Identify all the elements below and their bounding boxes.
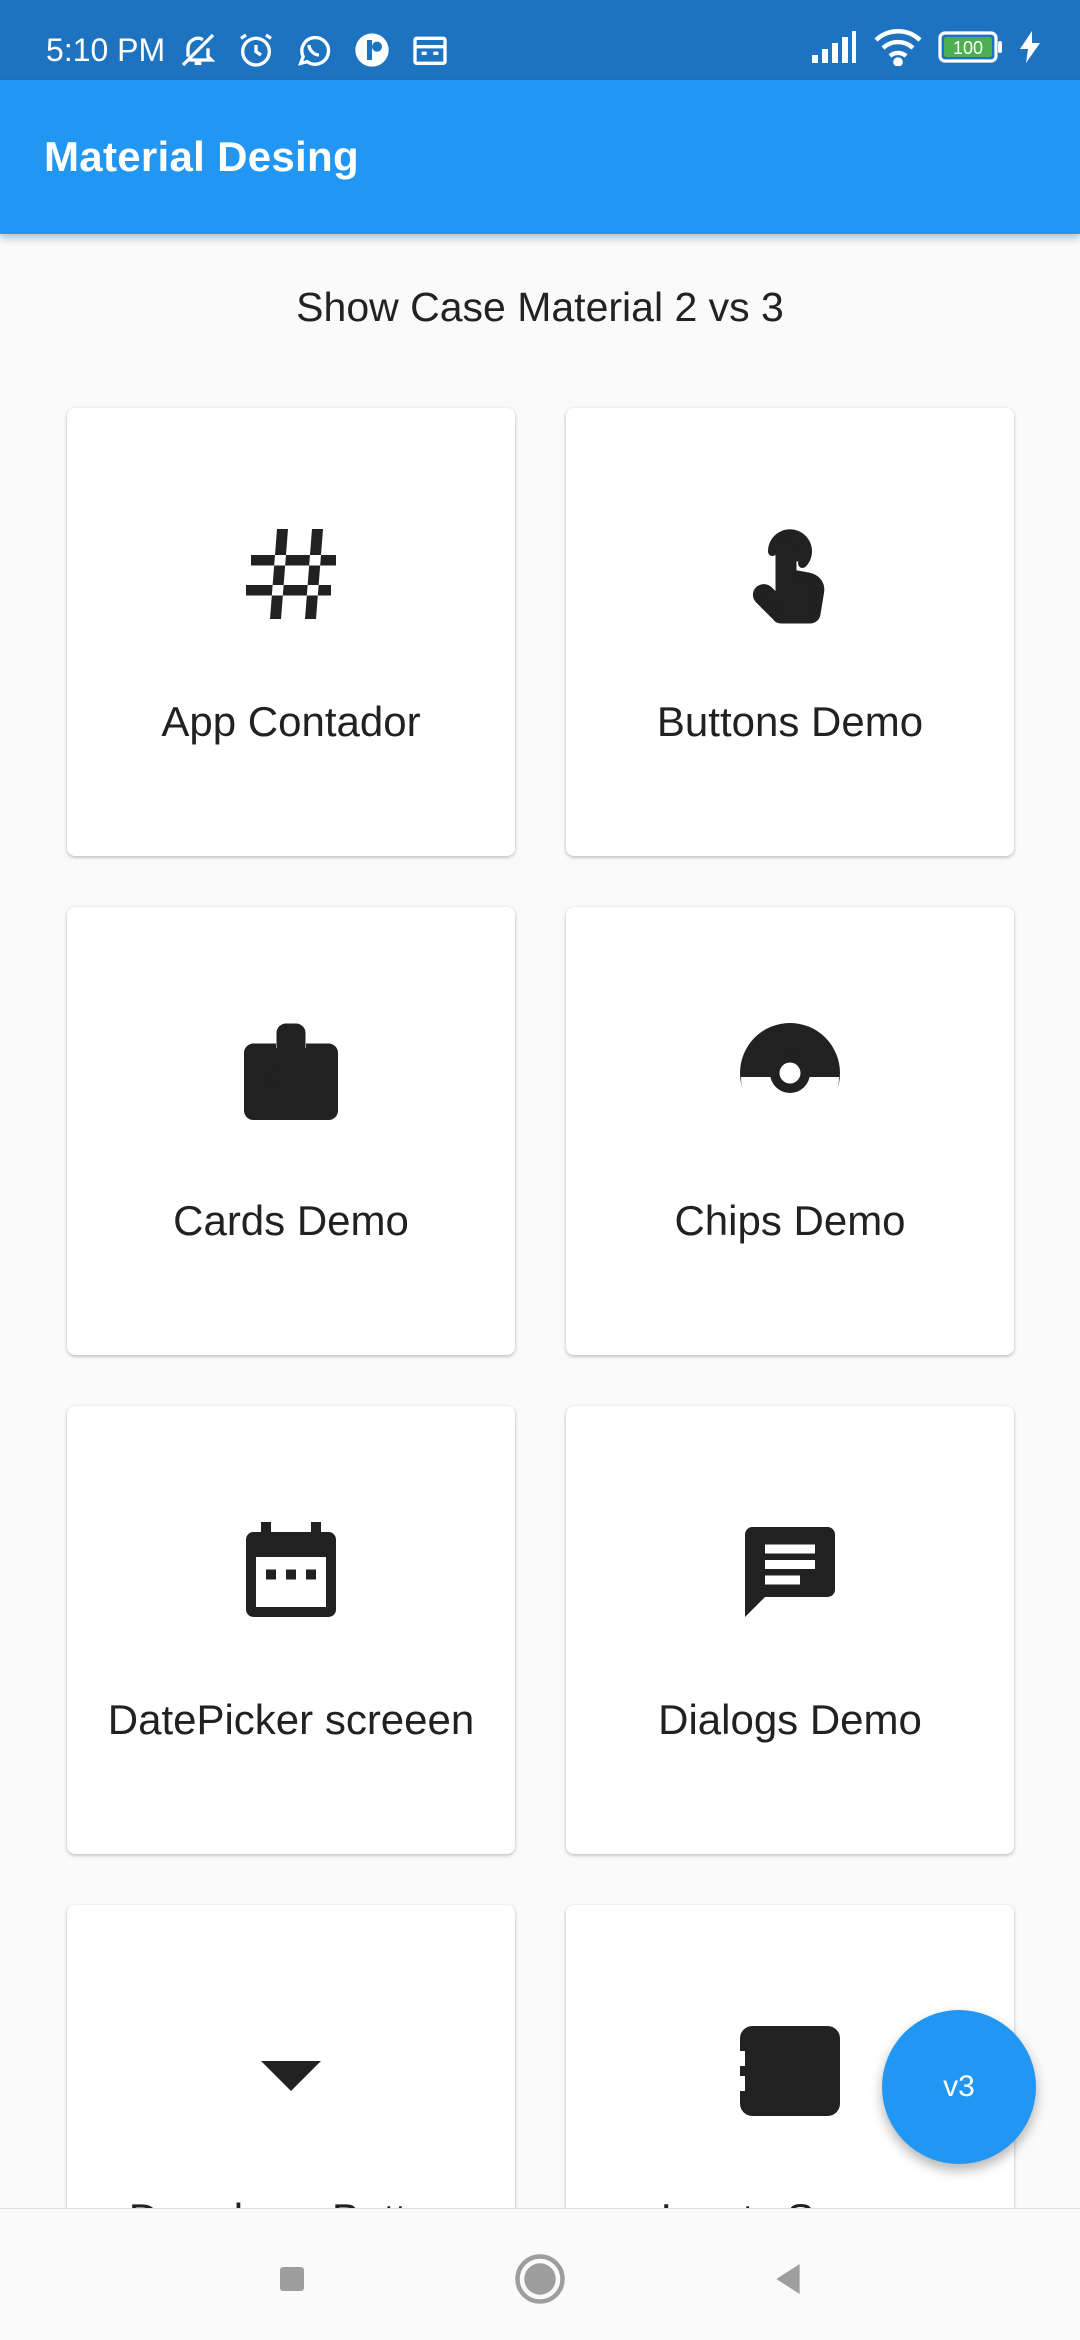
card-label: App Contador bbox=[161, 698, 421, 745]
card-label: Chips Demo bbox=[674, 1197, 906, 1244]
badge-icon bbox=[244, 1023, 338, 1120]
status-right-icons: 100 bbox=[810, 28, 1040, 66]
alarm-icon bbox=[240, 33, 272, 67]
card-label: Dropdown Button bbox=[67, 2195, 515, 2208]
recents-button[interactable] bbox=[262, 2249, 322, 2309]
section-title: Show Case Material 2 vs 3 bbox=[296, 284, 784, 330]
main-content[interactable]: Show Case Material 2 vs 3 App Contador B… bbox=[0, 234, 1080, 2208]
message-icon bbox=[745, 1527, 835, 1617]
calendar-icon bbox=[413, 36, 447, 65]
signal-icon bbox=[812, 31, 856, 63]
app-icon bbox=[355, 33, 389, 67]
hash-icon bbox=[246, 529, 336, 619]
card-label: Inputs Screen bbox=[566, 2195, 1014, 2208]
app-bar: Material Desing bbox=[0, 80, 1080, 234]
mute-icon bbox=[181, 33, 216, 67]
card-datepicker-screen[interactable]: DatePicker screeen bbox=[67, 1406, 515, 1854]
app-title: Material Desing bbox=[44, 133, 359, 180]
svg-text:100: 100 bbox=[953, 38, 983, 58]
card-label: DatePicker screeen bbox=[107, 1696, 475, 1743]
home-button[interactable] bbox=[510, 2249, 570, 2309]
wifi-icon bbox=[874, 29, 922, 66]
calendar-icon bbox=[246, 1522, 336, 1617]
input-icon bbox=[740, 2026, 840, 2116]
charging-icon bbox=[1020, 31, 1040, 63]
whatsapp-icon bbox=[297, 35, 331, 66]
home-icon bbox=[515, 2254, 565, 2304]
back-button[interactable] bbox=[758, 2249, 818, 2309]
card-cards-demo[interactable]: Cards Demo bbox=[67, 907, 515, 1355]
status-left-icons bbox=[178, 30, 450, 70]
card-dropdown-button[interactable]: Dropdown Button bbox=[67, 1905, 515, 2208]
back-icon bbox=[776, 2264, 800, 2294]
touch-icon bbox=[752, 529, 825, 624]
card-label: Cards Demo bbox=[173, 1197, 409, 1244]
card-dialogs-demo[interactable]: Dialogs Demo bbox=[566, 1406, 1014, 1854]
version-fab-button[interactable]: v3 bbox=[882, 2010, 1036, 2164]
pokeball-icon bbox=[740, 1023, 840, 1126]
card-app-contador[interactable]: App Contador bbox=[67, 408, 515, 856]
battery-icon: 100 bbox=[938, 31, 1002, 63]
system-nav-bar bbox=[0, 2208, 1080, 2340]
card-label: Dialogs Demo bbox=[658, 1696, 922, 1743]
status-bar: 5:10 PM 100 bbox=[0, 0, 1080, 80]
dropdown-arrow-icon bbox=[261, 2061, 321, 2091]
card-chips-demo[interactable]: Chips Demo bbox=[566, 907, 1014, 1355]
recents-icon bbox=[280, 2267, 304, 2291]
card-buttons-demo[interactable]: Buttons Demo bbox=[566, 408, 1014, 856]
fab-label: v3 bbox=[943, 2070, 975, 2103]
card-label: Buttons Demo bbox=[656, 698, 924, 745]
